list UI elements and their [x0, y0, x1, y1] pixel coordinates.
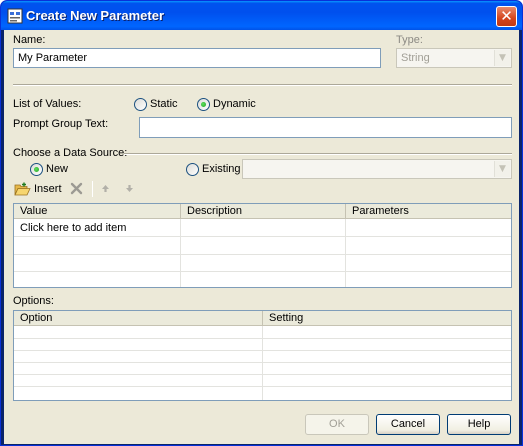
help-button[interactable]: Help — [447, 414, 511, 435]
prompt-group-input[interactable] — [139, 117, 512, 138]
radio-circle-icon — [186, 162, 199, 176]
prompt-group-label: Prompt Group Text: — [13, 118, 109, 130]
divider — [13, 84, 512, 86]
cancel-button[interactable]: Cancel — [376, 414, 440, 435]
folder-open-icon — [14, 182, 31, 195]
table-row[interactable] — [14, 327, 511, 339]
delete-icon[interactable] — [70, 182, 83, 195]
column-header-value[interactable]: Value — [14, 204, 181, 219]
chevron-down-icon: ▼ — [494, 50, 510, 66]
list-of-values-label: List of Values: — [13, 98, 82, 110]
table-row[interactable] — [14, 272, 511, 289]
table-row[interactable]: Click here to add item — [14, 220, 511, 237]
table-row[interactable] — [14, 363, 511, 375]
options-table[interactable]: Option Setting — [13, 310, 512, 401]
options-table-header: Option Setting — [14, 311, 511, 326]
radio-circle-checked-icon — [197, 97, 210, 111]
close-icon: ✕ — [500, 7, 513, 25]
name-input[interactable]: My Parameter — [13, 48, 381, 68]
existing-source-select[interactable]: ▼ — [242, 159, 512, 179]
move-up-icon[interactable] — [101, 184, 110, 193]
title-bar[interactable]: Create New Parameter ✕ — [1, 1, 522, 30]
type-label: Type: — [396, 34, 423, 46]
values-table[interactable]: Value Description Parameters Click here … — [13, 203, 512, 288]
radio-existing[interactable]: Existing — [186, 162, 241, 176]
parameter-icon — [7, 8, 23, 24]
radio-dynamic[interactable]: Dynamic — [197, 97, 256, 111]
name-label: Name: — [13, 34, 46, 46]
column-header-parameters[interactable]: Parameters — [346, 204, 511, 219]
dialog-title: Create New Parameter — [26, 8, 165, 23]
radio-circle-checked-icon — [30, 162, 43, 176]
dialog-window: Create New Parameter ✕ Name: My Paramete… — [0, 0, 523, 446]
radio-static-label: Static — [150, 98, 178, 110]
table-row[interactable] — [14, 339, 511, 351]
insert-button[interactable]: Insert — [14, 180, 62, 198]
close-button[interactable]: ✕ — [496, 6, 517, 27]
radio-circle-icon — [134, 97, 147, 111]
ok-button[interactable]: OK — [305, 414, 369, 435]
radio-existing-label: Existing — [202, 163, 241, 175]
type-select-value: String — [401, 52, 430, 64]
data-source-label: Choose a Data Source: — [13, 147, 128, 159]
radio-static[interactable]: Static — [134, 97, 178, 111]
move-down-icon[interactable] — [125, 184, 134, 193]
table-row[interactable] — [14, 238, 511, 255]
radio-dynamic-label: Dynamic — [213, 98, 256, 110]
radio-new[interactable]: New — [30, 162, 68, 176]
type-select[interactable]: String ▼ — [396, 48, 512, 68]
dialog-body: Name: My Parameter Type: String ▼ List o… — [4, 30, 519, 444]
values-table-header: Value Description Parameters — [14, 204, 511, 219]
divider — [124, 153, 512, 155]
column-header-setting[interactable]: Setting — [263, 311, 511, 326]
chevron-down-icon: ▼ — [494, 161, 510, 177]
table-row[interactable] — [14, 387, 511, 399]
column-header-option[interactable]: Option — [14, 311, 263, 326]
table-row[interactable] — [14, 351, 511, 363]
options-label: Options: — [13, 295, 54, 307]
radio-new-label: New — [46, 163, 69, 175]
toolbar-separator — [92, 181, 93, 197]
table-cell[interactable]: Click here to add item — [14, 220, 126, 236]
column-header-description[interactable]: Description — [181, 204, 346, 219]
table-row[interactable] — [14, 255, 511, 272]
table-row[interactable] — [14, 375, 511, 387]
insert-label: Insert — [34, 183, 62, 195]
